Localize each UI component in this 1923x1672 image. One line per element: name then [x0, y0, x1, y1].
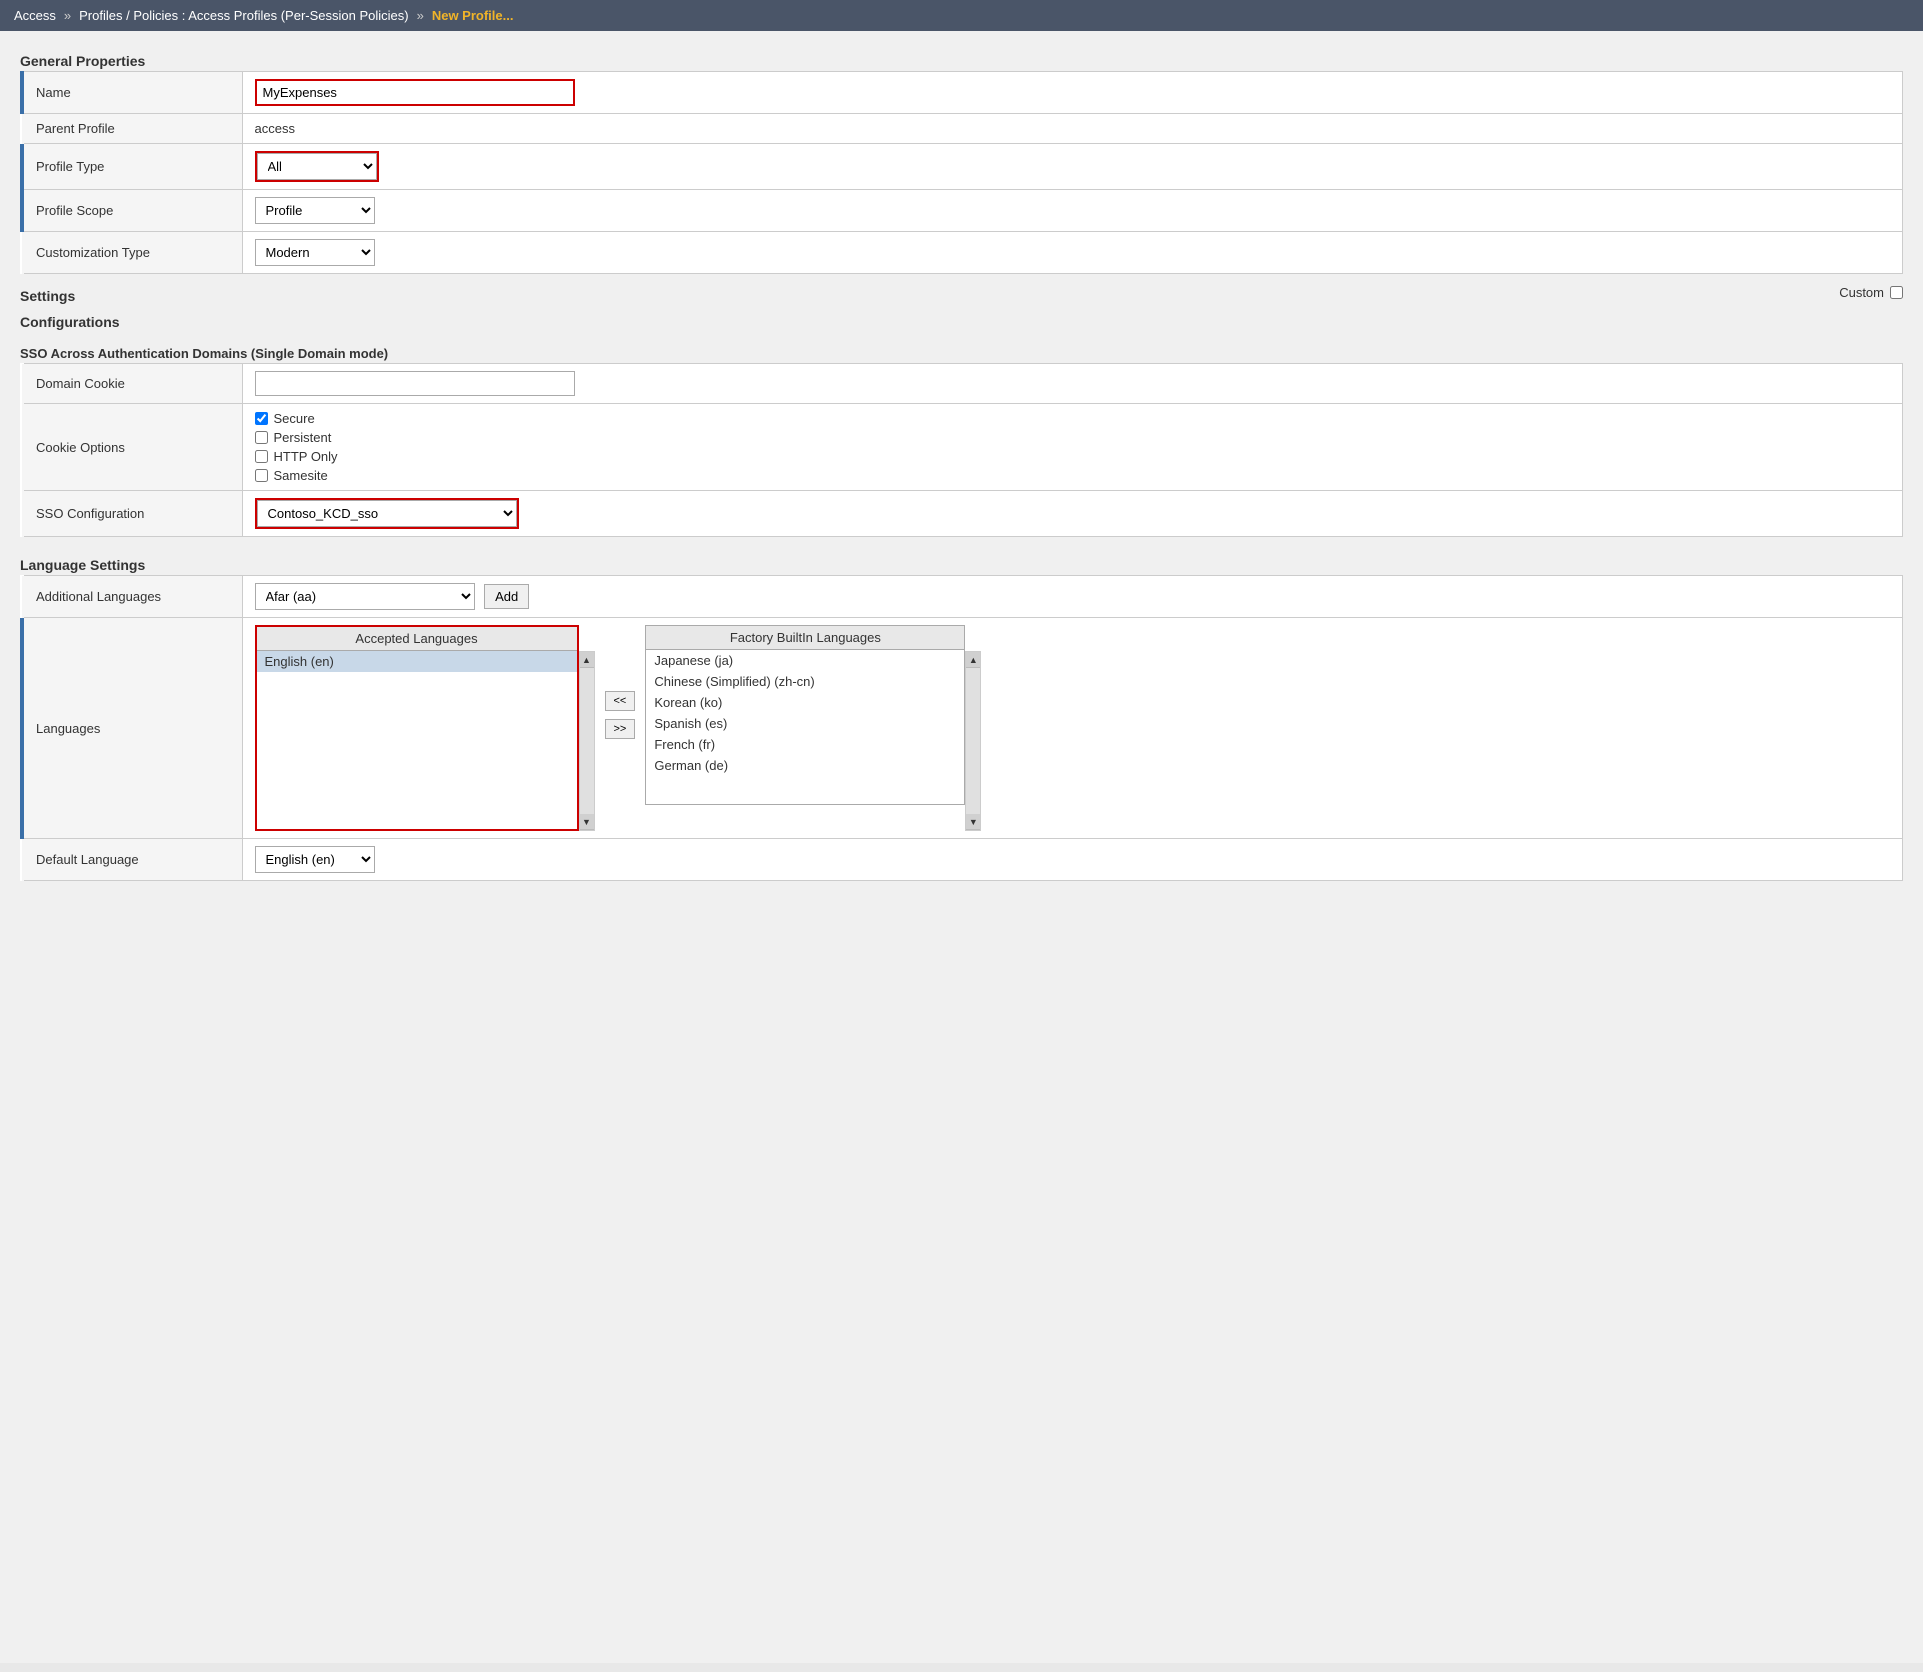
- factory-lang-de[interactable]: German (de): [646, 755, 964, 776]
- samesite-option[interactable]: Samesite: [255, 468, 1891, 483]
- custom-checkbox-row: Custom: [1839, 285, 1903, 304]
- factory-lang-fr[interactable]: French (fr): [646, 734, 964, 755]
- accepted-language-item-en[interactable]: English (en): [257, 651, 577, 672]
- profile-type-select[interactable]: All LTM SSL-VPN Portal Access: [257, 153, 377, 180]
- main-content: General Properties Name Parent Profile a…: [0, 31, 1923, 1663]
- languages-row: Languages Accepted Languages English (en…: [22, 618, 1903, 839]
- secure-checkbox[interactable]: [255, 412, 268, 425]
- profile-type-value-cell: All LTM SSL-VPN Portal Access: [242, 144, 1903, 190]
- factory-lang-ko[interactable]: Korean (ko): [646, 692, 964, 713]
- accepted-languages-wrapper: Accepted Languages English (en) ▲ ▼: [255, 625, 595, 831]
- language-lists: Accepted Languages English (en) ▲ ▼: [255, 625, 1891, 831]
- nav-access: Access: [14, 8, 56, 23]
- customization-type-value-cell: Modern Standard None: [242, 232, 1903, 274]
- name-value-cell: [242, 72, 1903, 114]
- sso-config-red-border: Contoso_KCD_sso: [255, 498, 519, 529]
- add-button[interactable]: Add: [484, 584, 529, 609]
- factory-languages-header: Factory BuiltIn Languages: [646, 626, 964, 650]
- factory-lang-es[interactable]: Spanish (es): [646, 713, 964, 734]
- factory-scroll-up[interactable]: ▲: [966, 652, 980, 668]
- secure-option[interactable]: Secure: [255, 411, 1891, 426]
- language-arrows: << >>: [595, 625, 646, 805]
- profile-scope-row: Profile Scope Profile Virtual Server Nam…: [22, 190, 1903, 232]
- persistent-option[interactable]: Persistent: [255, 430, 1891, 445]
- samesite-checkbox[interactable]: [255, 469, 268, 482]
- profile-type-row: Profile Type All LTM SSL-VPN Portal Acce…: [22, 144, 1903, 190]
- settings-header: Settings: [20, 282, 75, 306]
- nav-current: New Profile...: [432, 8, 514, 23]
- accepted-scroll-down[interactable]: ▼: [580, 814, 594, 830]
- profile-scope-select[interactable]: Profile Virtual Server Named: [255, 197, 375, 224]
- profile-type-label: Profile Type: [22, 144, 242, 190]
- cookie-options-row: Cookie Options Secure Persistent HTTP On…: [22, 404, 1903, 491]
- domain-cookie-row: Domain Cookie: [22, 364, 1903, 404]
- cookie-options-value-cell: Secure Persistent HTTP Only Samesite: [242, 404, 1903, 491]
- accepted-languages-header: Accepted Languages: [257, 627, 577, 651]
- additional-languages-select[interactable]: Afar (aa): [255, 583, 475, 610]
- general-properties-header: General Properties: [20, 47, 1903, 71]
- sso-config-select[interactable]: Contoso_KCD_sso: [257, 500, 517, 527]
- profile-scope-label: Profile Scope: [22, 190, 242, 232]
- general-properties-table: Name Parent Profile access Profile Type …: [20, 71, 1903, 274]
- name-label: Name: [22, 72, 242, 114]
- nav-sep2: »: [417, 8, 424, 23]
- factory-lang-ja[interactable]: Japanese (ja): [646, 650, 964, 671]
- domain-cookie-value-cell: [242, 364, 1903, 404]
- cookie-options-label: Cookie Options: [22, 404, 242, 491]
- default-language-value-cell: English (en): [242, 839, 1903, 881]
- custom-checkbox[interactable]: [1890, 286, 1903, 299]
- language-settings-header: Language Settings: [20, 551, 1903, 575]
- default-language-label: Default Language: [22, 839, 242, 881]
- sso-config-row: SSO Configuration Contoso_KCD_sso: [22, 491, 1903, 537]
- customization-type-row: Customization Type Modern Standard None: [22, 232, 1903, 274]
- language-table: Additional Languages Afar (aa) Add Langu…: [20, 575, 1903, 881]
- sso-header: SSO Across Authentication Domains (Singl…: [20, 340, 1903, 363]
- move-left-button[interactable]: <<: [605, 691, 636, 711]
- factory-lang-zh[interactable]: Chinese (Simplified) (zh-cn): [646, 671, 964, 692]
- accepted-scroll-up[interactable]: ▲: [580, 652, 594, 668]
- sso-table: Domain Cookie Cookie Options Secure Pers…: [20, 363, 1903, 537]
- additional-languages-label: Additional Languages: [22, 576, 242, 618]
- parent-profile-row: Parent Profile access: [22, 114, 1903, 144]
- configurations-header: Configurations: [20, 308, 1903, 332]
- accepted-scrollbar[interactable]: ▲ ▼: [579, 651, 595, 831]
- factory-languages-wrapper: Factory BuiltIn Languages Japanese (ja) …: [645, 625, 981, 831]
- nav-sep1: »: [64, 8, 71, 23]
- default-language-row: Default Language English (en): [22, 839, 1903, 881]
- domain-cookie-input[interactable]: [255, 371, 575, 396]
- name-input[interactable]: [255, 79, 575, 106]
- languages-value-cell: Accepted Languages English (en) ▲ ▼: [242, 618, 1903, 839]
- persistent-checkbox[interactable]: [255, 431, 268, 444]
- additional-languages-value-cell: Afar (aa) Add: [242, 576, 1903, 618]
- parent-profile-label: Parent Profile: [22, 114, 242, 144]
- accepted-languages-box[interactable]: Accepted Languages English (en): [257, 627, 577, 807]
- sso-config-label: SSO Configuration: [22, 491, 242, 537]
- breadcrumb: Access » Profiles / Policies : Access Pr…: [0, 0, 1923, 31]
- customization-type-select[interactable]: Modern Standard None: [255, 239, 375, 266]
- name-row: Name: [22, 72, 1903, 114]
- move-right-button[interactable]: >>: [605, 719, 636, 739]
- sso-config-value-cell: Contoso_KCD_sso: [242, 491, 1903, 537]
- cookie-options-group: Secure Persistent HTTP Only Samesite: [255, 411, 1891, 483]
- customization-type-label: Customization Type: [22, 232, 242, 274]
- domain-cookie-label: Domain Cookie: [22, 364, 242, 404]
- accepted-languages-outline: Accepted Languages English (en): [255, 625, 579, 831]
- http-only-checkbox[interactable]: [255, 450, 268, 463]
- languages-label: Languages: [22, 618, 242, 839]
- profile-scope-value-cell: Profile Virtual Server Named: [242, 190, 1903, 232]
- nav-profiles: Profiles / Policies : Access Profiles (P…: [79, 8, 408, 23]
- factory-languages-box[interactable]: Factory BuiltIn Languages Japanese (ja) …: [645, 625, 965, 805]
- profile-type-red-border: All LTM SSL-VPN Portal Access: [255, 151, 379, 182]
- http-only-option[interactable]: HTTP Only: [255, 449, 1891, 464]
- factory-scroll-down[interactable]: ▼: [966, 814, 980, 830]
- default-language-select[interactable]: English (en): [255, 846, 375, 873]
- factory-scrollbar[interactable]: ▲ ▼: [965, 651, 981, 831]
- additional-languages-row: Additional Languages Afar (aa) Add: [22, 576, 1903, 618]
- parent-profile-value: access: [242, 114, 1903, 144]
